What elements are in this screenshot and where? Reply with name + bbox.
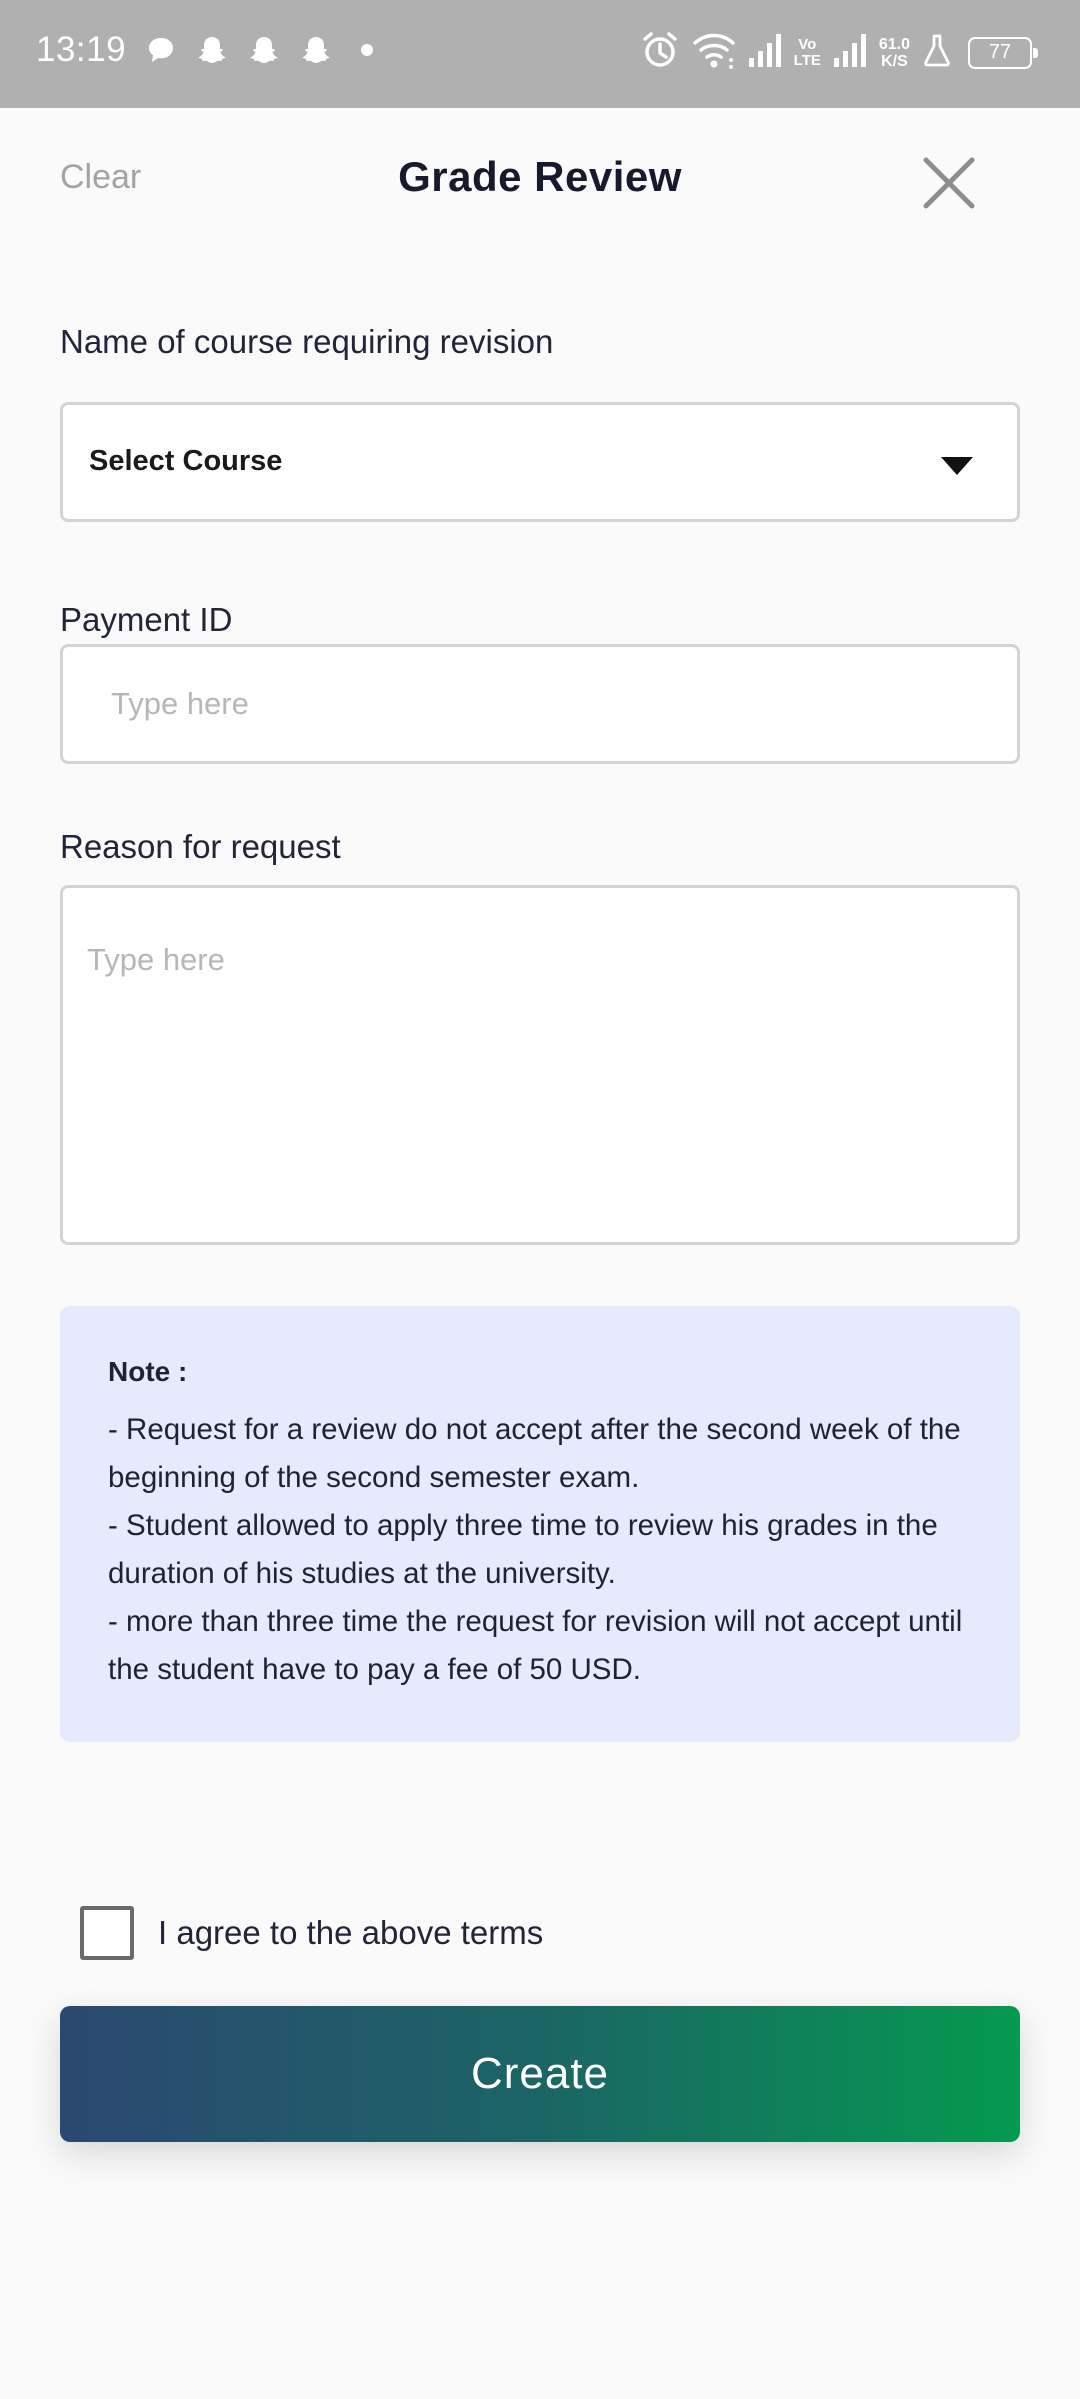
flask-icon: [922, 33, 952, 72]
network-speed-value: 61.0: [878, 35, 910, 53]
agree-terms-row[interactable]: I agree to the above terms: [80, 1906, 543, 1960]
dot-icon: [360, 43, 374, 62]
wifi-icon: [692, 30, 736, 75]
signal-icon: [833, 32, 867, 73]
caret-down-icon: [941, 457, 973, 475]
system-icons: Vo LTE 61.0 K/S 77: [640, 30, 1038, 75]
snapchat-icon: [248, 34, 280, 71]
signal-icon: [748, 32, 782, 73]
agree-terms-label: I agree to the above terms: [158, 1914, 544, 1951]
note-line: - Request for a review do not accept aft…: [108, 1413, 961, 1494]
alarm-icon: [640, 30, 680, 75]
notification-icons: [146, 34, 374, 71]
status-time: 13:19: [36, 30, 127, 69]
battery-indicator: 77: [968, 36, 1038, 69]
volte-indicator: Vo LTE: [793, 35, 821, 69]
course-select[interactable]: Select Course: [60, 402, 1020, 522]
reason-label: Reason for request: [60, 828, 341, 865]
battery-level: 77: [988, 41, 1012, 63]
note-box: Note : - Request for a review do not acc…: [60, 1306, 1020, 1742]
modal-header: Clear Grade Review: [0, 108, 1080, 258]
chat-bubble-icon: [146, 35, 176, 70]
volte-top-text: Vo: [798, 35, 817, 53]
network-speed-unit: K/S: [881, 52, 908, 70]
payment-id-label: Payment ID: [60, 601, 233, 638]
course-label: Name of course requiring revision: [60, 323, 554, 360]
course-select-value: Select Course: [89, 445, 283, 477]
volte-bottom-text: LTE: [793, 51, 821, 69]
agree-checkbox[interactable]: [80, 1906, 134, 1960]
note-title: Note :: [108, 1356, 188, 1387]
status-bar: 13:19 Vo LTE 61.0 K/S 77: [0, 0, 1080, 108]
note-line: - Student allowed to apply three time to…: [108, 1509, 938, 1590]
snapchat-icon: [300, 34, 332, 71]
note-line: - more than three time the request for r…: [108, 1605, 963, 1686]
close-button[interactable]: [918, 152, 980, 214]
reason-textarea[interactable]: [60, 885, 1020, 1245]
payment-id-input[interactable]: [60, 644, 1020, 764]
close-icon: [923, 157, 975, 209]
snapchat-icon: [196, 34, 228, 71]
network-speed: 61.0 K/S: [879, 36, 910, 70]
create-button[interactable]: Create: [60, 2006, 1020, 2142]
